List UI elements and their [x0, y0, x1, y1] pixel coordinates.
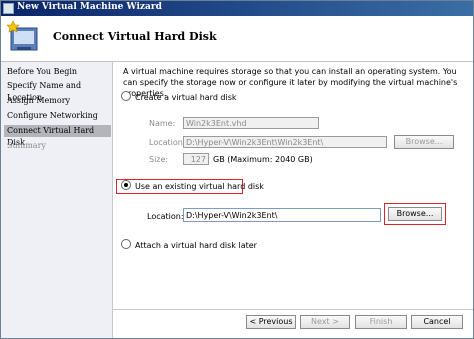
size-label: Size: — [149, 155, 169, 164]
window-title: New Virtual Machine Wizard — [17, 2, 162, 12]
nav-item-summary: Summary — [7, 141, 46, 150]
size-unit-text: GB (Maximum: 2040 GB) — [213, 155, 313, 164]
browse-button-existing[interactable]: Browse... — [388, 207, 442, 221]
size-field[interactable]: 127 — [183, 153, 209, 165]
nav-item-specify-name-and-location[interactable]: Specify Name and Location — [7, 80, 111, 102]
location-label-create: Location: — [149, 138, 186, 147]
nav-item-before-you-begin[interactable]: Before You Begin — [7, 66, 111, 78]
existing-vhd-option[interactable]: Use an existing virtual hard disk — [121, 180, 264, 193]
attach-later-option[interactable]: Attach a virtual hard disk later — [121, 239, 257, 252]
title-bar[interactable]: New Virtual Machine Wizard — [1, 1, 473, 16]
nav-item-configure-networking[interactable]: Configure Networking — [7, 110, 111, 122]
name-field[interactable]: Win2k3Ent.vhd — [183, 117, 319, 129]
nav-item-connect-virtual-hard-disk[interactable]: Connect Virtual Hard Disk — [4, 125, 111, 147]
previous-button[interactable]: < Previous — [246, 315, 296, 329]
location-label-existing: Location: — [147, 212, 184, 221]
cancel-button[interactable]: Cancel — [411, 315, 463, 329]
footer-separator — [113, 309, 473, 310]
create-vhd-option[interactable]: Create a virtual hard disk — [121, 91, 237, 104]
wizard-content: A virtual machine requires storage so th… — [113, 62, 473, 312]
wizard-window: New Virtual Machine Wizard Connect Virtu… — [0, 0, 474, 339]
attach-later-radio[interactable] — [121, 239, 131, 249]
virtual-disk-wizard-icon — [7, 20, 38, 51]
location-field-existing[interactable]: D:\Hyper-V\Win2k3Ent\ — [183, 208, 381, 222]
next-button[interactable]: Next > — [300, 315, 350, 329]
wizard-header: Connect Virtual Hard Disk — [1, 16, 473, 62]
existing-vhd-radio[interactable] — [121, 180, 131, 190]
nav-item-assign-memory[interactable]: Assign Memory — [7, 95, 111, 107]
create-vhd-label: Create a virtual hard disk — [135, 93, 237, 102]
window-app-icon — [3, 3, 14, 14]
existing-vhd-label: Use an existing virtual hard disk — [135, 182, 264, 191]
page-title: Connect Virtual Hard Disk — [53, 30, 217, 43]
browse-button-create[interactable]: Browse... — [394, 135, 454, 149]
finish-button[interactable]: Finish — [355, 315, 407, 329]
location-field-create[interactable]: D:\Hyper-V\Win2k3Ent\Win2k3Ent\ — [183, 136, 387, 148]
wizard-steps-nav: Before You Begin Specify Name and Locati… — [1, 62, 113, 338]
create-vhd-radio[interactable] — [121, 91, 131, 101]
attach-later-label: Attach a virtual hard disk later — [135, 241, 257, 250]
name-label: Name: — [149, 119, 176, 128]
